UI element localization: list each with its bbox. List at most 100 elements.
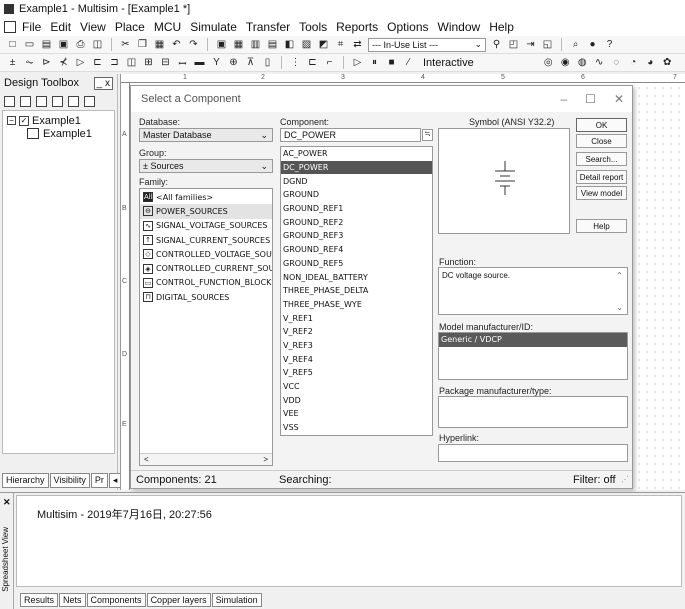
- component-list[interactable]: AC_POWER DC_POWER DGND GROUND GROUND_REF1 GRO…: [280, 146, 433, 436]
- family-row-control-function[interactable]: ▭ CONTROL_FUNCTION_BLOCKS: [140, 276, 272, 290]
- paste-icon[interactable]: ▦: [153, 38, 166, 51]
- family-row-signal-current[interactable]: ↑ SIGNAL_CURRENT_SOURCES: [140, 233, 272, 247]
- help-button[interactable]: Help: [576, 219, 627, 233]
- family-row-digital-sources[interactable]: ⊓ DIGITAL_SOURCES: [140, 290, 272, 304]
- in-use-list-dropdown[interactable]: --- In-Use List --- ⌄: [368, 37, 486, 52]
- properties-icon[interactable]: [84, 95, 95, 107]
- copy-icon[interactable]: ❐: [136, 38, 149, 51]
- tree-child[interactable]: Example1: [7, 127, 110, 140]
- erc-icon[interactable]: ⌗: [334, 38, 347, 51]
- bode-plotter-icon[interactable]: ◌: [610, 56, 623, 69]
- fullscreen-icon[interactable]: ▣: [215, 38, 228, 51]
- cut-icon[interactable]: ✂: [119, 38, 132, 51]
- place-misc-digital-icon[interactable]: ◫: [125, 56, 138, 69]
- component-row[interactable]: DGND: [281, 174, 432, 188]
- postprocessor-icon[interactable]: ▨: [300, 38, 313, 51]
- place-diode-icon[interactable]: ⊳: [40, 56, 53, 69]
- ok-button[interactable]: OK: [576, 118, 627, 132]
- place-mixed-icon[interactable]: ⊞: [142, 56, 155, 69]
- family-row-all[interactable]: All <All families>: [140, 190, 272, 204]
- family-row-power-sources[interactable]: ⊖ POWER_SOURCES: [140, 204, 272, 219]
- print-preview-icon[interactable]: ◫: [91, 38, 104, 51]
- place-electromech-icon[interactable]: ⊼: [244, 56, 257, 69]
- component-row[interactable]: V_REF2: [281, 325, 432, 339]
- component-row[interactable]: VCC: [281, 380, 432, 394]
- component-row[interactable]: THREE_PHASE_DELTA: [281, 284, 432, 298]
- component-row[interactable]: VSS: [281, 421, 432, 435]
- menu-window[interactable]: Window: [438, 20, 481, 34]
- multimeter-icon[interactable]: ◎: [542, 56, 555, 69]
- interactive-label[interactable]: Interactive: [423, 57, 474, 69]
- print-icon[interactable]: ⎙: [74, 38, 87, 51]
- component-row[interactable]: DC_POWER: [281, 160, 432, 175]
- component-row[interactable]: GROUND_REF5: [281, 257, 432, 271]
- menu-view[interactable]: View: [80, 20, 106, 34]
- close-spreadsheet-icon[interactable]: ✕: [3, 497, 11, 508]
- family-hscrollbar[interactable]: < >: [140, 453, 272, 465]
- hyperlink-field[interactable]: [438, 444, 628, 462]
- menu-place[interactable]: Place: [115, 20, 145, 34]
- new-file-icon[interactable]: □: [6, 38, 19, 51]
- component-row[interactable]: VDD: [281, 393, 432, 407]
- scroll-up-icon[interactable]: ⌃: [616, 271, 623, 280]
- word-generator-icon[interactable]: ◕: [644, 56, 657, 69]
- place-basic-icon[interactable]: ⏦: [23, 56, 36, 69]
- back-annotate-icon[interactable]: ⇄: [351, 38, 364, 51]
- save-icon[interactable]: ▣: [57, 38, 70, 51]
- find-icon[interactable]: ⌕: [569, 38, 582, 51]
- help-icon[interactable]: ?: [603, 38, 616, 51]
- database-select[interactable]: Master Database ⌄: [139, 128, 273, 142]
- open-sample-icon[interactable]: ▤: [40, 38, 53, 51]
- package-list[interactable]: [438, 396, 628, 428]
- tab-nets[interactable]: Nets: [59, 593, 86, 607]
- menu-simulate[interactable]: Simulate: [190, 20, 237, 34]
- component-row[interactable]: THREE_PHASE_WYE: [281, 298, 432, 312]
- save-sheet-icon[interactable]: [36, 95, 47, 107]
- place-ttl-icon[interactable]: ⊏: [91, 56, 104, 69]
- close-icon[interactable]: ✕: [614, 92, 624, 106]
- place-source-icon[interactable]: ±: [6, 56, 19, 69]
- add-subcircuit-icon[interactable]: [52, 95, 63, 107]
- component-row[interactable]: GROUND_REF3: [281, 229, 432, 243]
- checkbox-icon[interactable]: ✓: [19, 115, 29, 126]
- probe-icon[interactable]: ⚲: [490, 38, 503, 51]
- component-row[interactable]: GROUND_REF2: [281, 215, 432, 229]
- menu-help[interactable]: Help: [489, 20, 514, 34]
- grapher-icon[interactable]: ▦: [232, 38, 245, 51]
- tab-components[interactable]: Components: [86, 593, 146, 607]
- logic-analyzer-icon[interactable]: ✿: [661, 56, 674, 69]
- family-row-controlled-current[interactable]: ◈ CONTROLLED_CURRENT_SOURCE: [140, 261, 272, 275]
- component-input[interactable]: DC_POWER: [280, 128, 421, 142]
- scroll-left-icon[interactable]: <: [144, 455, 149, 464]
- component-row[interactable]: V_REF4: [281, 352, 432, 366]
- menu-file[interactable]: File: [22, 20, 41, 34]
- tab-simulation[interactable]: Simulation: [211, 593, 262, 607]
- resize-grip-icon[interactable]: ⋰: [621, 475, 629, 484]
- menu-transfer[interactable]: Transfer: [246, 20, 290, 34]
- component-filter-icon[interactable]: ≒: [422, 129, 433, 141]
- place-rf-icon[interactable]: ⊕: [227, 56, 240, 69]
- family-list[interactable]: All <All families> ⊖ POWER_SOURCES ∿ SIG…: [139, 188, 273, 466]
- pause-icon[interactable]: ⏸: [368, 56, 381, 69]
- scroll-right-icon[interactable]: >: [263, 455, 268, 464]
- menu-reports[interactable]: Reports: [336, 20, 378, 34]
- spreadsheet-icon[interactable]: ▥: [249, 38, 262, 51]
- settings-icon[interactable]: ●: [586, 38, 599, 51]
- measure-icon[interactable]: ⇥: [524, 38, 537, 51]
- database-manager-icon[interactable]: ▤: [266, 38, 279, 51]
- model-list[interactable]: Generic / VDCP: [438, 332, 628, 380]
- new-sheet-icon[interactable]: [4, 95, 15, 107]
- stat-icon[interactable]: ◱: [541, 38, 554, 51]
- place-misc-icon[interactable]: ▬: [193, 56, 206, 69]
- maximize-icon[interactable]: ☐: [585, 92, 596, 106]
- place-bus-icon[interactable]: ⊏: [306, 56, 319, 69]
- component-row[interactable]: GROUND: [281, 188, 432, 202]
- wattmeter-icon[interactable]: ◍: [576, 56, 589, 69]
- tab-project[interactable]: Pr: [90, 473, 108, 488]
- tab-hierarchy[interactable]: Hierarchy: [2, 473, 49, 488]
- close-button[interactable]: Close: [576, 134, 627, 148]
- component-row[interactable]: V_REF1: [281, 311, 432, 325]
- component-row[interactable]: V_REF5: [281, 366, 432, 380]
- component-row[interactable]: VEE: [281, 407, 432, 421]
- detail-report-button[interactable]: Detail report: [576, 170, 627, 184]
